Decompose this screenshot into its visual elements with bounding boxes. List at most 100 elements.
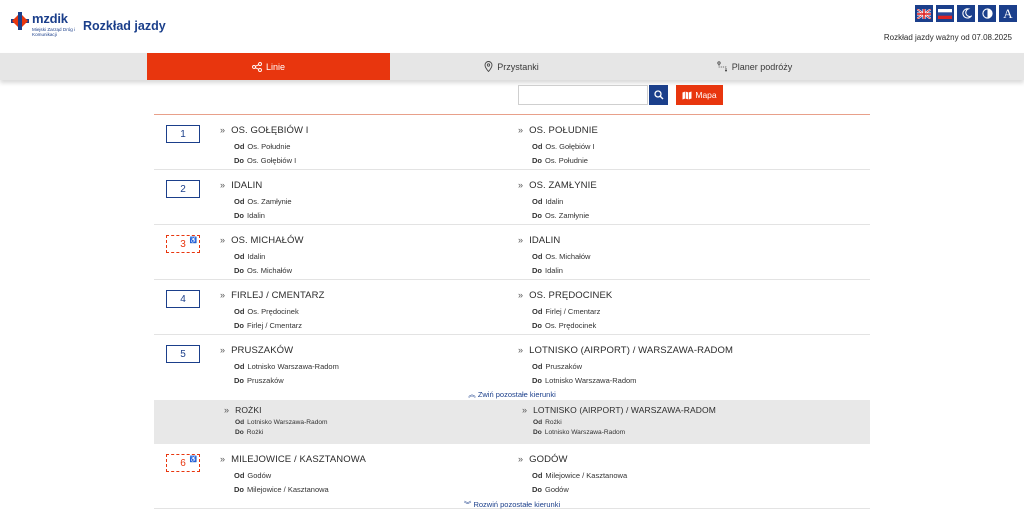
- direction-right[interactable]: » IDALIN Od Os. Michałów Do Idalin: [518, 235, 590, 275]
- to-label: Do: [234, 211, 244, 220]
- direction-left[interactable]: » OS. GOŁĘBIÓW I Od Os. Południe Do Os. Goł…: [220, 125, 309, 165]
- direction-to: Os. Michałów: [247, 266, 293, 275]
- validity-text: Rozkład jazdy ważny od 07.08.2025: [883, 33, 1012, 42]
- direction-left[interactable]: » OS. MICHAŁÓW Od Idalin Do Os. Michałów: [220, 235, 304, 275]
- chevron-double-down-icon: ︾: [463, 500, 472, 509]
- direction-right[interactable]: » GODÓW Od Milejowice / Kasztanowa Do Godów: [518, 454, 627, 494]
- chevron-right-icon: »: [220, 290, 226, 300]
- chevron-right-icon: »: [518, 180, 524, 190]
- direction-left[interactable]: » PRUSZAKÓW Od Lotnisko Warszawa-Radom Do P…: [220, 345, 339, 385]
- to-label: Do: [532, 156, 542, 165]
- font-size-icon[interactable]: A: [999, 5, 1017, 22]
- direction-from: Godów: [247, 471, 272, 480]
- line-row: 4 » FIRLEJ / CMENTARZ Od Os. Prędocinek Do…: [154, 281, 870, 335]
- line-number: 5: [180, 348, 186, 360]
- search-icon: [653, 90, 663, 100]
- logo-mark-icon: [11, 12, 29, 30]
- direction-from: Idalin: [545, 197, 564, 206]
- from-label: Od: [532, 197, 543, 206]
- line-number-badge[interactable]: 1: [166, 125, 200, 143]
- expand-directions-link[interactable]: ︾ Rozwiń pozostałe kierunki: [154, 499, 870, 510]
- chevron-right-icon: »: [518, 235, 524, 245]
- page-title: Rozkład jazdy: [83, 19, 166, 33]
- direction-from: Rożki: [545, 419, 562, 426]
- english-flag-icon[interactable]: [915, 5, 933, 22]
- direction-from: Os. Południe: [247, 142, 291, 151]
- line-row: 2 » IDALIN Od Os. Zamłynie Do Idalin » OS. Z…: [154, 171, 870, 225]
- direction-destination: IDALIN: [529, 235, 561, 246]
- direction-right[interactable]: » LOTNISKO (AIRPORT) / WARSZAWA-RADOM Od P…: [518, 345, 733, 385]
- chevron-right-icon: »: [518, 290, 524, 300]
- wheelchair-icon: ♿: [189, 238, 197, 244]
- direction-right[interactable]: » OS. POŁUDNIE Od Os. Gołębiów I Do Os. Poł…: [518, 125, 598, 165]
- line-number: 6: [180, 457, 186, 469]
- chevron-right-icon: »: [220, 180, 226, 190]
- direction-to: Os. Prędocinek: [545, 321, 597, 330]
- from-label: Od: [234, 362, 245, 371]
- tab-journey-planner[interactable]: Planer podróży: [633, 53, 876, 80]
- from-label: Od: [234, 471, 245, 480]
- direction-destination: FIRLEJ / CMENTARZ: [231, 290, 325, 301]
- chevron-right-icon: »: [220, 125, 226, 135]
- header-tools: A: [915, 5, 1017, 22]
- direction-destination: GODÓW: [529, 454, 568, 465]
- russian-flag-icon[interactable]: [936, 5, 954, 22]
- direction-right[interactable]: » LOTNISKO (AIRPORT) / WARSZAWA-RADOM Od R…: [522, 405, 716, 436]
- direction-to: Os. Gołębiów I: [247, 156, 297, 165]
- chevron-right-icon: »: [220, 345, 226, 355]
- tab-journey-planner-label: Planer podróży: [731, 61, 793, 72]
- from-label: Od: [532, 471, 543, 480]
- direction-from: Milejowice / Kasztanowa: [545, 471, 628, 480]
- to-label: Do: [235, 429, 244, 436]
- search-button[interactable]: [649, 85, 668, 105]
- tab-stops-label: Przystanki: [497, 61, 539, 72]
- line-number-badge[interactable]: 3 ♿: [166, 235, 200, 253]
- direction-left[interactable]: » ROŻKI Od Lotnisko Warszawa-Radom Do Rożki: [224, 405, 328, 436]
- from-label: Od: [234, 307, 245, 316]
- direction-to: Godów: [545, 485, 569, 494]
- from-label: Od: [532, 142, 543, 151]
- line-row: 1 » OS. GOŁĘBIÓW I Od Os. Południe Do Os. G…: [154, 116, 870, 170]
- chevron-right-icon: »: [220, 454, 226, 464]
- map-button[interactable]: Mapa: [676, 85, 723, 105]
- header: mzdik Miejski Zarząd Dróg i Komunikacji …: [0, 0, 1024, 52]
- direction-to: Lotnisko Warszawa-Radom: [544, 429, 626, 436]
- direction-to: Idalin: [247, 211, 265, 220]
- direction-right[interactable]: » OS. ZAMŁYNIE Od Idalin Do Os. Zamłynie: [518, 180, 597, 220]
- line-number: 3: [180, 238, 186, 250]
- direction-left[interactable]: » MILEJOWICE / KASZTANOWA Od Godów Do Milej…: [220, 454, 366, 494]
- direction-to: Os. Zamłynie: [545, 211, 590, 220]
- mzdik-logo[interactable]: mzdik Miejski Zarząd Dróg i Komunikacji: [10, 11, 80, 43]
- tab-lines[interactable]: Linie: [147, 53, 390, 80]
- map-pin-icon: [484, 61, 493, 72]
- search-input[interactable]: [518, 85, 648, 105]
- direction-from: Os. Gołębiów I: [545, 142, 595, 151]
- line-number-badge[interactable]: 6 ♿: [166, 454, 200, 472]
- line-number-badge[interactable]: 2: [166, 180, 200, 198]
- share-icon: [252, 61, 262, 72]
- line-number-badge[interactable]: 4: [166, 290, 200, 308]
- to-label: Do: [532, 266, 542, 275]
- dark-mode-icon[interactable]: [957, 5, 975, 22]
- direction-to: Pruszaków: [247, 376, 284, 385]
- from-label: Od: [234, 197, 245, 206]
- direction-left[interactable]: » IDALIN Od Os. Zamłynie Do Idalin: [220, 180, 292, 220]
- direction-destination: OS. MICHAŁÓW: [231, 235, 304, 246]
- direction-from: Os. Michałów: [545, 252, 591, 261]
- tab-stops[interactable]: Przystanki: [390, 53, 633, 80]
- to-label: Do: [234, 376, 244, 385]
- contrast-icon[interactable]: [978, 5, 996, 22]
- line-number-badge[interactable]: 5: [166, 345, 200, 363]
- direction-destination: OS. POŁUDNIE: [529, 125, 598, 136]
- direction-destination: LOTNISKO (AIRPORT) / WARSZAWA-RADOM: [529, 345, 733, 356]
- chevron-right-icon: »: [518, 125, 524, 135]
- line-number: 2: [180, 183, 186, 195]
- to-label: Do: [234, 156, 244, 165]
- direction-left[interactable]: » FIRLEJ / CMENTARZ Od Os. Prędocinek Do Fi…: [220, 290, 324, 330]
- collapse-directions-link[interactable]: ︽ Zwiń pozostałe kierunki: [154, 389, 870, 400]
- from-label: Od: [532, 362, 543, 371]
- direction-right[interactable]: » OS. PRĘDOCINEK Od Firlej / Cmentarz Do Os…: [518, 290, 612, 330]
- direction-from: Firlej / Cmentarz: [545, 307, 601, 316]
- direction-to: Milejowice / Kasztanowa: [247, 485, 329, 494]
- from-label: Od: [533, 419, 543, 426]
